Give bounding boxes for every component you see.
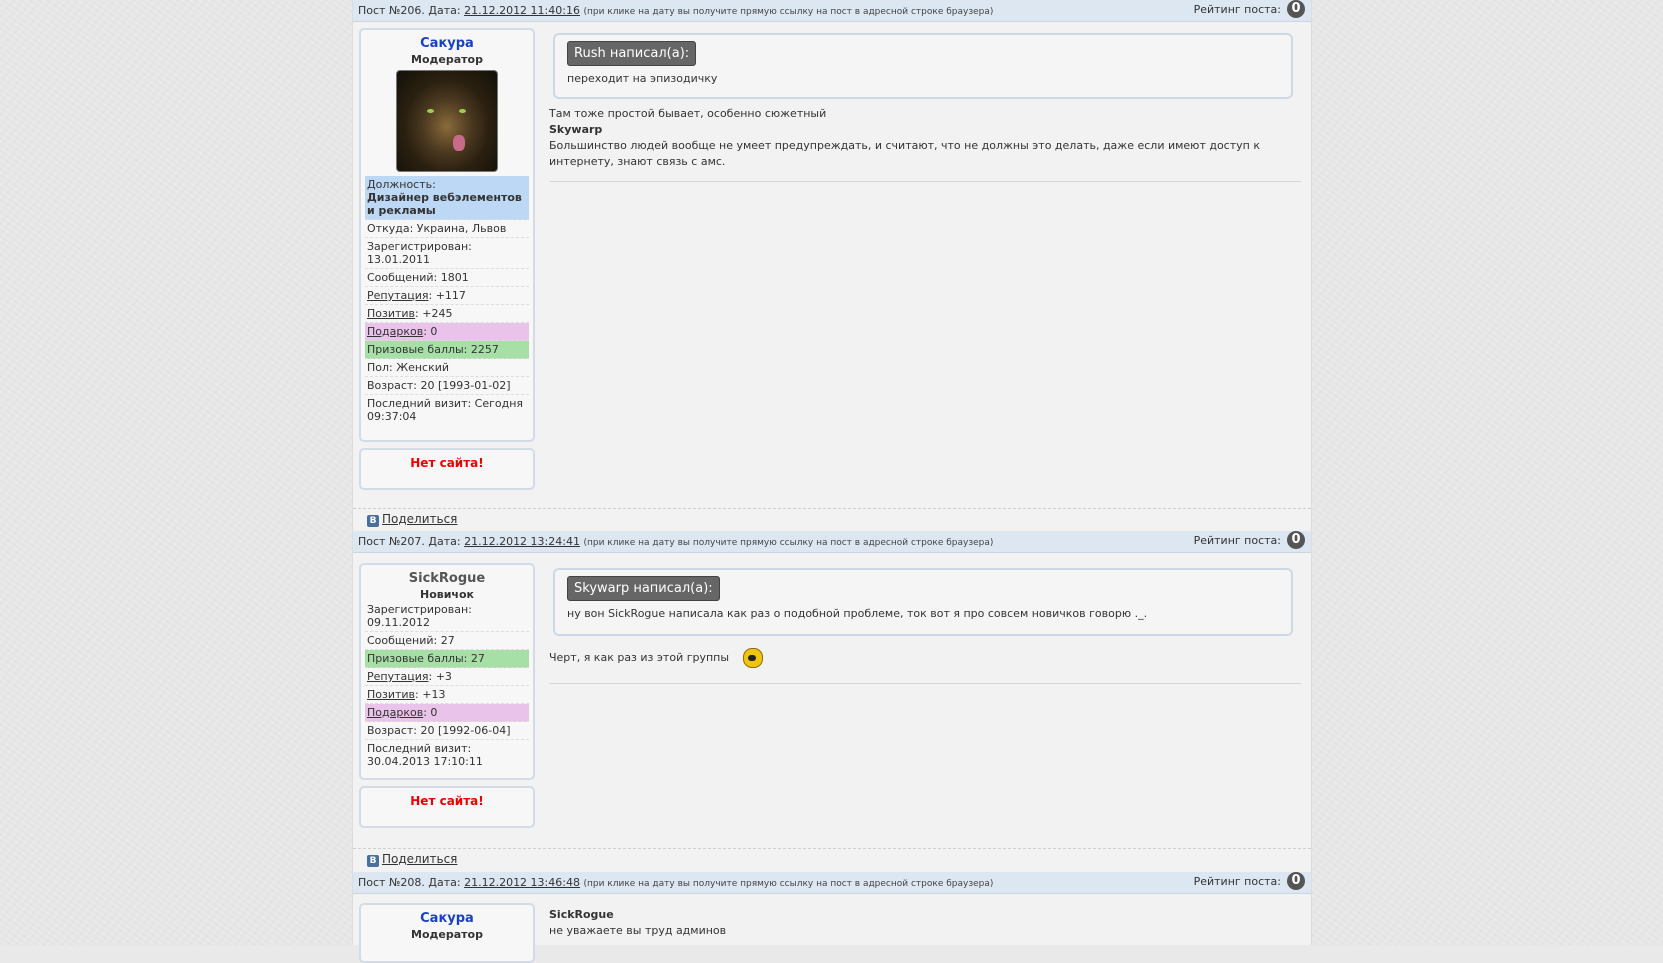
post-header: Пост №207. Дата: 21.12.2012 13:24:41 (пр…	[353, 531, 1311, 553]
profile-gifts: Подарков: 0	[365, 323, 529, 341]
profile-gender: Пол: Женский	[365, 359, 529, 377]
post-rating-label: Рейтинг поста:	[1193, 875, 1281, 888]
post-rating-badge[interactable]: 0	[1287, 0, 1305, 18]
author-profile: Сакура Модератор	[359, 903, 535, 963]
gifts-link[interactable]: Подарков	[367, 706, 423, 719]
post-date-link[interactable]: 21.12.2012 13:24:41	[464, 535, 580, 548]
author-profile: Сакура Модератор Должность: Дизайнер веб…	[359, 28, 535, 442]
post-body-bold: Skywarp	[549, 123, 603, 136]
gifts-link[interactable]: Подарков	[367, 325, 423, 338]
profile-reputation: Репутация: +117	[365, 287, 529, 305]
author-profile: SickRogue Новичок Зарегистрирован: 09.11…	[359, 563, 535, 780]
quote-text: переходит на эпизодичку	[567, 72, 718, 85]
quote-author: Skywarp написал(а):	[567, 576, 720, 601]
post-header: Пост №208. Дата: 21.12.2012 13:46:48 (пр…	[353, 872, 1311, 894]
post-body: Черт, я как раз из этой группы	[549, 648, 1309, 668]
profile-messages: Сообщений: 1801	[365, 269, 529, 287]
post-divider	[549, 181, 1301, 182]
vk-icon: B	[367, 515, 379, 527]
post-date-hint: (при клике на дату вы получите прямую сс…	[583, 538, 994, 548]
profile-last-visit: Последний визит: 30.04.2013 17:10:11	[367, 742, 483, 768]
positive-link[interactable]: Позитив	[367, 307, 415, 320]
quote-block: Skywarp написал(а): ну вон SickRogue нап…	[553, 568, 1293, 636]
profile-prize-points: Призовые баллы: 27	[365, 650, 529, 668]
avatar-tongue	[453, 135, 465, 151]
post-meta: Пост №207. Дата: 21.12.2012 13:24:41 (пр…	[358, 535, 993, 548]
forum-thread: Пост №206. Дата: 21.12.2012 11:40:16 (пр…	[352, 0, 1312, 963]
profile-messages: Сообщений: 27	[365, 632, 529, 650]
post-divider	[549, 683, 1301, 684]
post-rating-label: Рейтинг поста:	[1193, 3, 1281, 16]
share-row: B Поделиться	[367, 512, 457, 527]
profile-positive: Позитив: +13	[365, 686, 529, 704]
profile-last-visit: Последний визит: Сегодня 09:37:04	[367, 397, 524, 423]
avatar	[396, 70, 498, 172]
author-name[interactable]: SickRogue	[365, 571, 529, 586]
no-site-box: Нет сайта!	[359, 448, 535, 490]
post-body-line: Там тоже простой бывает, особенно сюжетн…	[549, 107, 827, 120]
profile-reputation: Репутация: +3	[365, 668, 529, 686]
post-body-line: Черт, я как раз из этой группы	[549, 651, 730, 664]
post-rating-badge[interactable]: 0	[1287, 531, 1305, 549]
profile-prize-points: Призовые баллы: 2257	[365, 341, 529, 359]
profile-position: Должность: Дизайнер вебэлементов и рекла…	[365, 176, 529, 220]
author-rank: Модератор	[411, 53, 483, 66]
post-body-bold: SickRogue	[549, 908, 614, 921]
post-number: Пост №208. Дата:	[358, 876, 461, 889]
post-date-hint: (при клике на дату вы получите прямую сс…	[583, 7, 994, 17]
profile-gifts: Подарков: 0	[365, 704, 529, 722]
post-body: SickRogue не уважаете вы труд админов	[549, 907, 1309, 939]
post-rating-label: Рейтинг поста:	[1193, 534, 1281, 547]
author-name[interactable]: Сакура	[365, 911, 529, 926]
post-meta: Пост №208. Дата: 21.12.2012 13:46:48 (пр…	[358, 876, 993, 889]
profile-from: Откуда: Украина, Львов	[365, 220, 529, 238]
post-body: Там тоже простой бывает, особенно сюжетн…	[549, 106, 1309, 170]
post-date-hint: (при клике на дату вы получите прямую сс…	[583, 879, 994, 889]
share-row: B Поделиться	[367, 852, 457, 867]
post-date-link[interactable]: 21.12.2012 11:40:16	[464, 4, 580, 17]
no-site-box: Нет сайта!	[359, 786, 535, 828]
quote-block: Rush написал(а): переходит на эпизодичку	[553, 33, 1293, 99]
post-body-line: не уважаете вы труд админов	[549, 924, 727, 937]
post-number: Пост №206. Дата:	[358, 4, 461, 17]
post-number: Пост №207. Дата:	[358, 535, 461, 548]
quote-author: Rush написал(а):	[567, 41, 697, 66]
profile-positive: Позитив: +245	[365, 305, 529, 323]
author-rank: Модератор	[411, 928, 483, 941]
positive-link[interactable]: Позитив	[367, 688, 415, 701]
reputation-link[interactable]: Репутация	[367, 670, 429, 683]
author-name[interactable]: Сакура	[365, 36, 529, 51]
post-separator	[353, 508, 1311, 509]
post-separator	[353, 848, 1311, 849]
post-date-link[interactable]: 21.12.2012 13:46:48	[464, 876, 580, 889]
share-link[interactable]: Поделиться	[382, 512, 457, 526]
post-header: Пост №206. Дата: 21.12.2012 11:40:16 (пр…	[353, 0, 1311, 22]
avatar-eye-right	[459, 109, 466, 113]
profile-age: Возраст: 20 [1993-01-02]	[365, 377, 529, 395]
profile-registered: Зарегистрирован: 09.11.2012	[365, 601, 529, 632]
share-link[interactable]: Поделиться	[382, 852, 457, 866]
post-rating-badge[interactable]: 0	[1287, 872, 1305, 890]
post-meta: Пост №206. Дата: 21.12.2012 11:40:16 (пр…	[358, 4, 993, 17]
reputation-link[interactable]: Репутация	[367, 289, 429, 302]
profile-age: Возраст: 20 [1992-06-04]	[365, 722, 529, 740]
author-rank: Новичок	[419, 588, 474, 601]
profile-registered: Зарегистрирован: 13.01.2011	[365, 238, 529, 269]
quote-text: ну вон SickRogue написала как раз о подо…	[567, 607, 1148, 620]
vk-icon: B	[367, 855, 379, 867]
avatar-eye-left	[427, 109, 434, 113]
smiley-icon	[743, 648, 764, 668]
post-body-line: Большинство людей вообще не умеет предуп…	[549, 139, 1260, 168]
